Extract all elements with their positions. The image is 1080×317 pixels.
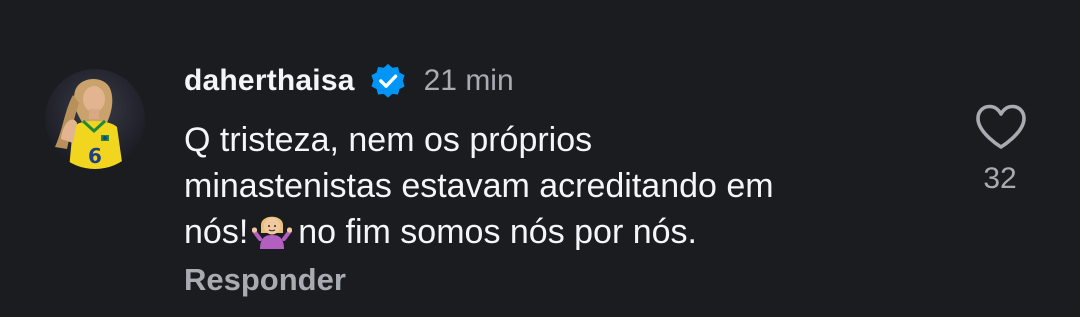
username-link[interactable]: daherthaisa [184,64,355,98]
comment-text: Q tristeza, nem os próprios minastenista… [184,117,944,255]
verified-badge-icon [369,62,407,100]
reply-button[interactable]: Responder [184,262,346,298]
comment-text-segment: nós! [184,213,249,251]
comment-timestamp: 21 min [423,64,514,97]
like-count: 32 [983,162,1017,195]
comment-header: daherthaisa 21 min [184,58,514,104]
comment-text-line: minastenistas estavam acreditando em [184,167,774,205]
comment-item: 6 daherthaisa 21 min Q tristeza, nem os … [0,0,1080,317]
svg-text:6: 6 [88,144,102,168]
avatar[interactable]: 6 [45,69,145,169]
avatar-image: 6 [45,69,145,169]
comment-text-line: nós! no fim somos nós por nós. [184,209,944,255]
comment-text-line: Q tristeza, nem os próprios [184,121,593,159]
like-button[interactable] [974,103,1028,151]
comment-text-segment: no fim somos nós por nós. [298,213,698,251]
person-shrugging-emoji [252,209,293,249]
heart-icon [976,104,1026,149]
